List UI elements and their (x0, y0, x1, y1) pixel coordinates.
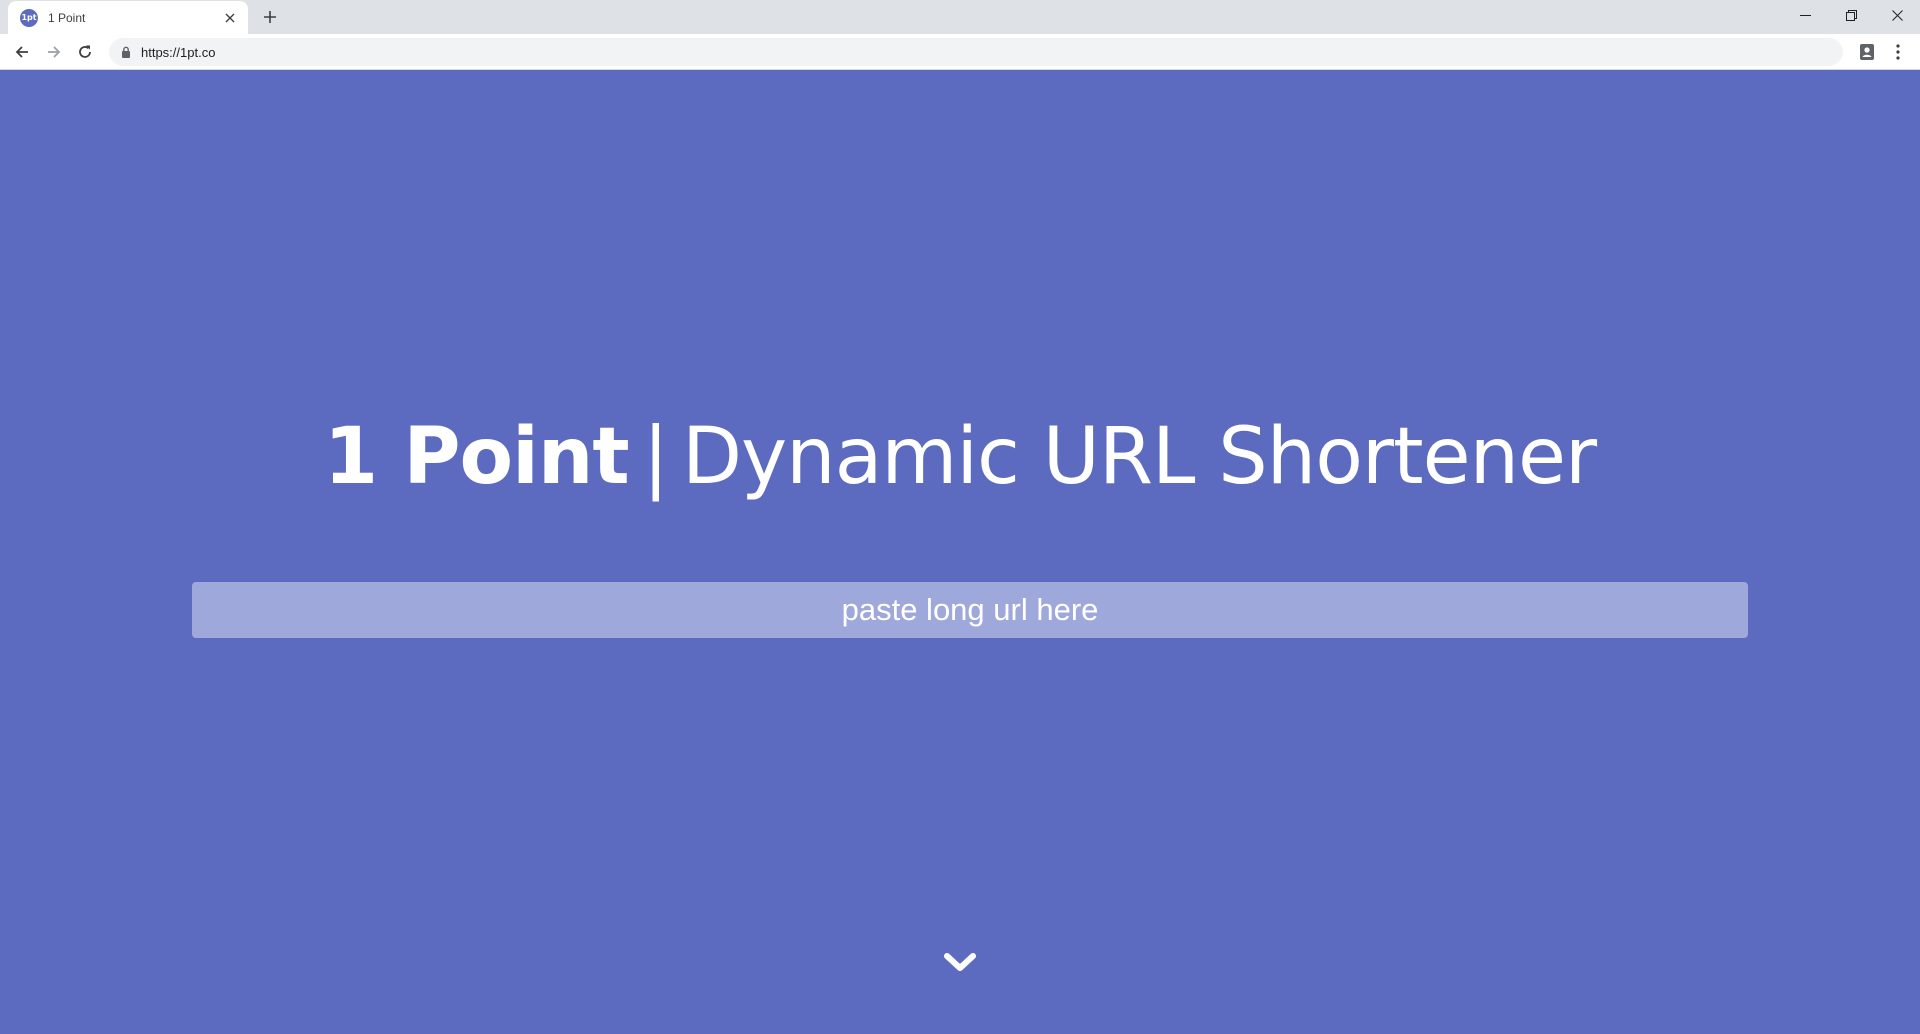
tagline: Dynamic URL Shortener (681, 412, 1597, 502)
more-vertical-icon (1896, 44, 1900, 60)
new-tab-button[interactable] (258, 5, 282, 29)
reload-button[interactable] (71, 38, 99, 66)
restore-icon (1845, 9, 1857, 21)
browser-menu-button[interactable] (1884, 38, 1912, 66)
tab-title: 1 Point (48, 10, 86, 25)
address-url: https://1pt.co (141, 44, 216, 60)
minimize-button[interactable] (1782, 0, 1828, 30)
scroll-down-button[interactable] (942, 948, 978, 978)
close-icon (1891, 9, 1903, 21)
chevron-down-icon (944, 953, 976, 971)
reload-icon (79, 45, 91, 58)
profile-button[interactable] (1853, 38, 1881, 66)
back-button[interactable] (8, 38, 36, 66)
site-favicon: 1pt (20, 8, 38, 27)
restore-button[interactable] (1828, 0, 1874, 30)
forward-button[interactable] (40, 38, 68, 66)
title-separator: | (642, 412, 669, 502)
arrow-right-icon (48, 46, 61, 58)
minimize-icon (1799, 14, 1811, 16)
close-window-button[interactable] (1874, 0, 1920, 30)
address-bar[interactable]: https://1pt.co (109, 38, 1843, 66)
browser-toolbar: https://1pt.co (0, 34, 1920, 70)
window-controls (1782, 0, 1920, 30)
hero-title: 1 Point | Dynamic URL Shortener (0, 418, 1920, 496)
brand-name: 1 Point (323, 412, 630, 502)
lock-icon (122, 46, 130, 58)
arrow-left-icon (15, 46, 28, 58)
profile-badge-icon (1860, 44, 1874, 60)
plus-icon (264, 11, 276, 23)
close-tab-icon[interactable] (222, 10, 238, 26)
long-url-input[interactable] (192, 582, 1748, 638)
browser-titlebar: 1pt 1 Point (0, 0, 1920, 34)
browser-tab[interactable]: 1pt 1 Point (8, 1, 248, 34)
page-content: 1 Point | Dynamic URL Shortener (0, 70, 1920, 1034)
